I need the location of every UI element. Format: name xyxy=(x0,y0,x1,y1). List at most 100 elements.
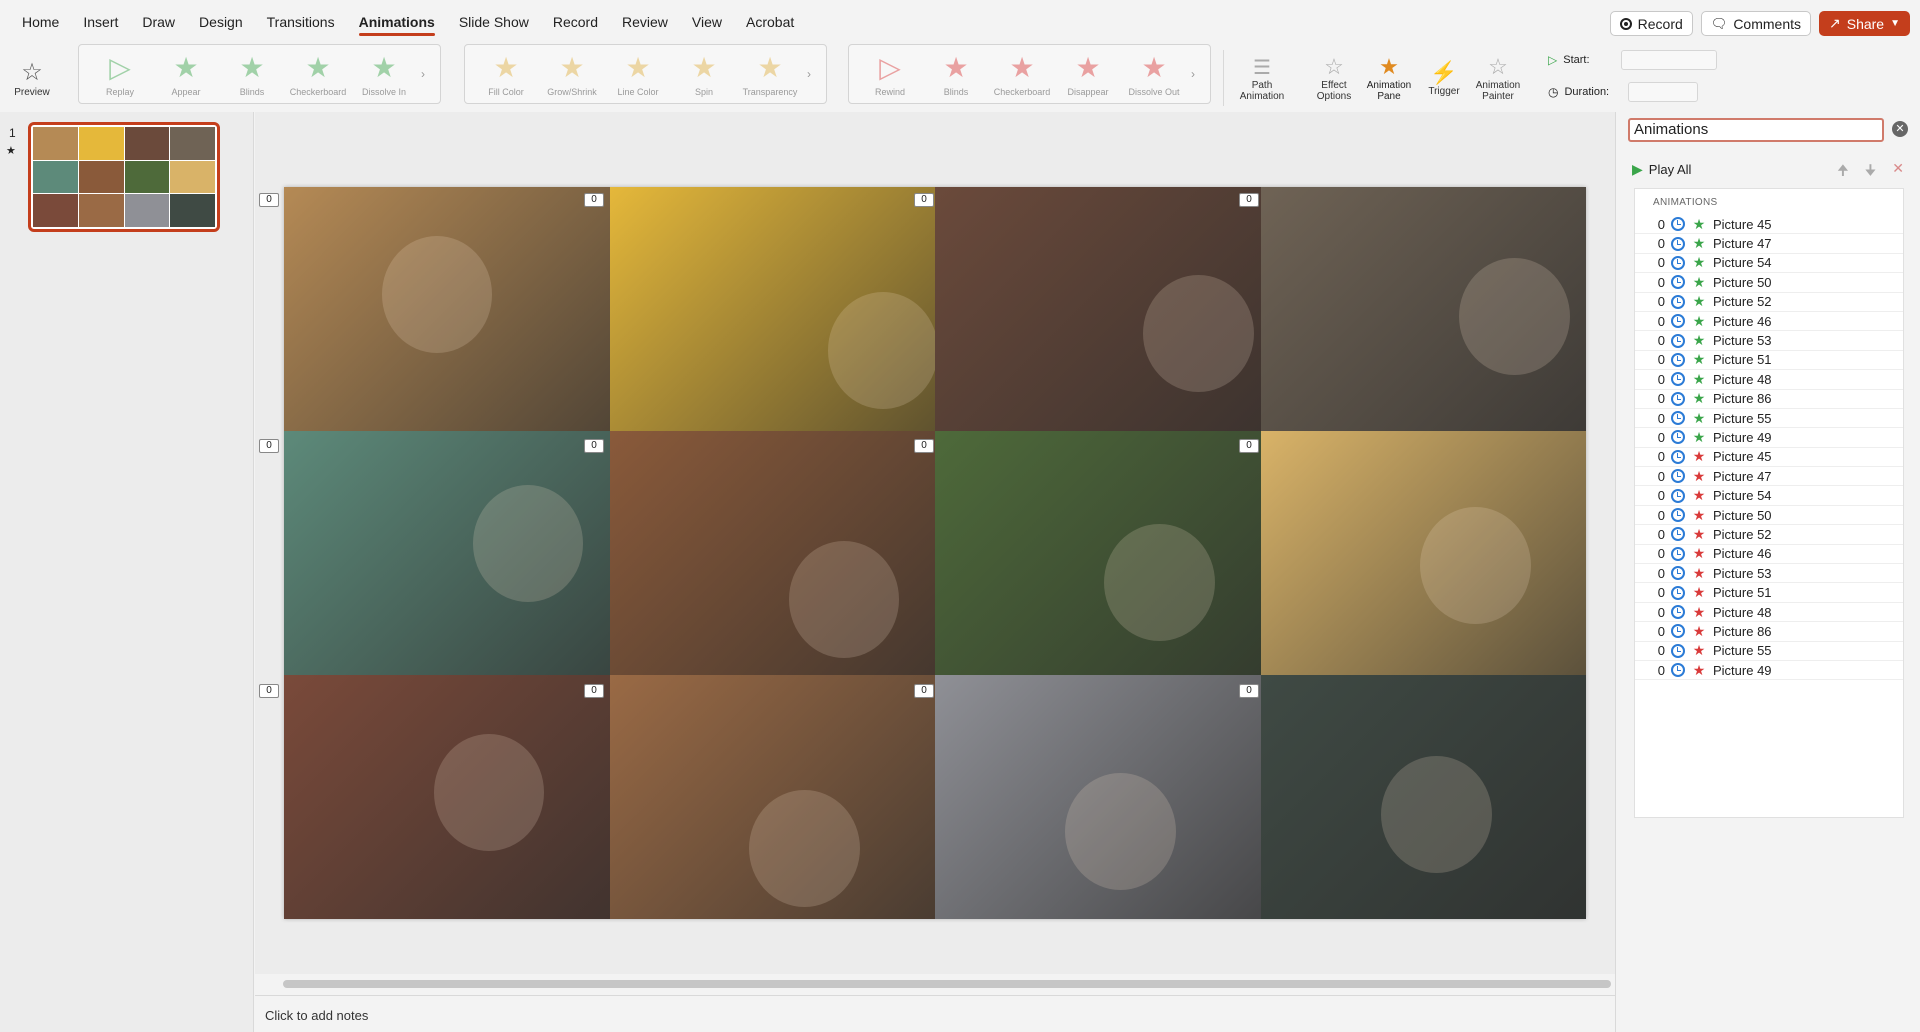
animation-item[interactable]: 0 ★ Picture 49 xyxy=(1635,661,1903,681)
slide-thumbnail[interactable] xyxy=(28,122,220,232)
slide-photo[interactable] xyxy=(284,675,610,919)
slide[interactable] xyxy=(284,187,1586,919)
effect-dissolve-out[interactable]: ★ Dissolve Out xyxy=(1121,51,1187,97)
slide-photo[interactable] xyxy=(609,675,935,919)
animation-item[interactable]: 0 ★ Picture 48 xyxy=(1635,603,1903,623)
animation-item[interactable]: 0 ★ Picture 48 xyxy=(1635,370,1903,390)
animation-item[interactable]: 0 ★ Picture 50 xyxy=(1635,506,1903,526)
effect-spin[interactable]: ★ Spin xyxy=(671,51,737,97)
effect-dissolve-in[interactable]: ★ Dissolve In xyxy=(351,51,417,97)
animation-item[interactable]: 0 ★ Picture 45 xyxy=(1635,215,1903,235)
tab-home[interactable]: Home xyxy=(10,0,71,44)
notes-pane[interactable]: Click to add notes xyxy=(255,995,1615,1032)
animation-item[interactable]: 0 ★ Picture 53 xyxy=(1635,331,1903,351)
animation-painter-icon: ☆ xyxy=(1488,54,1508,79)
tab-insert[interactable]: Insert xyxy=(71,0,130,44)
animation-order-badge[interactable]: 0 xyxy=(259,439,279,453)
effect-disappear[interactable]: ★ Disappear xyxy=(1055,51,1121,97)
animation-item[interactable]: 0 ★ Picture 51 xyxy=(1635,583,1903,603)
effect-checkerboard[interactable]: ★ Checkerboard xyxy=(989,51,1055,97)
slide-photo[interactable] xyxy=(284,431,610,675)
tab-transitions[interactable]: Transitions xyxy=(255,0,347,44)
animation-order-badge[interactable]: 0 xyxy=(914,193,934,207)
animation-item[interactable]: 0 ★ Picture 46 xyxy=(1635,312,1903,332)
effect-grow-shrink[interactable]: ★ Grow/Shrink xyxy=(539,51,605,97)
animation-order-badge[interactable]: 0 xyxy=(1239,193,1259,207)
animation-order-badge[interactable]: 0 xyxy=(1239,684,1259,698)
tab-animations[interactable]: Animations xyxy=(347,0,447,44)
animation-item[interactable]: 0 ★ Picture 51 xyxy=(1635,351,1903,371)
animation-order-badge[interactable]: 0 xyxy=(1239,439,1259,453)
animation-order-badge[interactable]: 0 xyxy=(584,439,604,453)
duration-stepper[interactable] xyxy=(1628,82,1699,102)
slide-photo[interactable] xyxy=(1260,431,1586,675)
effect-blinds[interactable]: ★ Blinds xyxy=(923,51,989,97)
animation-item[interactable]: 0 ★ Picture 53 xyxy=(1635,564,1903,584)
effect-appear[interactable]: ★ Appear xyxy=(153,51,219,97)
animation-item[interactable]: 0 ★ Picture 55 xyxy=(1635,642,1903,661)
effect-options-button[interactable]: ☆ Effect Options xyxy=(1304,44,1364,112)
animation-order-badge[interactable]: 0 xyxy=(259,193,279,207)
animation-item[interactable]: 0 ★ Picture 55 xyxy=(1635,409,1903,429)
move-up-icon[interactable]: 🠉 xyxy=(1837,160,1849,184)
tab-slide-show[interactable]: Slide Show xyxy=(447,0,541,44)
tab-view[interactable]: View xyxy=(680,0,734,44)
animation-item[interactable]: 0 ★ Picture 86 xyxy=(1635,390,1903,409)
effect-rewind[interactable]: ▷ Rewind xyxy=(857,51,923,97)
tab-acrobat[interactable]: Acrobat xyxy=(734,0,806,44)
share-button[interactable]: ↗ Share ▼ xyxy=(1819,11,1910,36)
animation-order-badge[interactable]: 0 xyxy=(259,684,279,698)
animation-item[interactable]: 0 ★ Picture 54 xyxy=(1635,254,1903,274)
slide-photo[interactable] xyxy=(609,431,935,675)
trigger-button[interactable]: ⚡ Trigger xyxy=(1416,44,1472,112)
gallery-more-icon[interactable]: › xyxy=(1191,67,1195,81)
gallery-more-icon[interactable]: › xyxy=(421,67,425,81)
slide-photo[interactable] xyxy=(1260,675,1586,919)
effect-star-icon: ▷ xyxy=(109,52,131,83)
animation-order-number: 0 xyxy=(1657,391,1665,407)
tab-record[interactable]: Record xyxy=(541,0,610,44)
tab-design[interactable]: Design xyxy=(187,0,255,44)
animation-item[interactable]: 0 ★ Picture 52 xyxy=(1635,525,1903,545)
animation-order-badge[interactable]: 0 xyxy=(914,439,934,453)
slide-photo[interactable] xyxy=(609,187,935,431)
animation-order-badge[interactable]: 0 xyxy=(584,684,604,698)
move-down-icon[interactable]: 🠋 xyxy=(1865,160,1877,184)
comments-button[interactable]: 🗨 Comments xyxy=(1700,11,1811,36)
slide-photo[interactable] xyxy=(935,675,1261,919)
effect-fill-color[interactable]: ★ Fill Color xyxy=(473,51,539,97)
delete-icon[interactable]: ✕ xyxy=(1892,160,1904,184)
close-icon[interactable]: ✕ xyxy=(1892,121,1908,137)
slide-photo[interactable] xyxy=(1260,187,1586,431)
tab-review[interactable]: Review xyxy=(610,0,680,44)
animation-item[interactable]: 0 ★ Picture 50 xyxy=(1635,273,1903,293)
horizontal-scrollbar[interactable] xyxy=(283,980,1611,988)
animation-item[interactable]: 0 ★ Picture 47 xyxy=(1635,234,1903,254)
effect-replay[interactable]: ▷ Replay xyxy=(87,51,153,97)
effect-checkerboard[interactable]: ★ Checkerboard xyxy=(285,51,351,97)
effect-line-color[interactable]: ★ Line Color xyxy=(605,51,671,97)
animation-painter-button[interactable]: ☆ Animation Painter xyxy=(1466,44,1530,112)
play-all-button[interactable]: ▶ Play All xyxy=(1632,161,1691,178)
animation-item[interactable]: 0 ★ Picture 86 xyxy=(1635,622,1903,642)
animation-item[interactable]: 0 ★ Picture 45 xyxy=(1635,448,1903,468)
animation-item[interactable]: 0 ★ Picture 52 xyxy=(1635,293,1903,312)
record-button[interactable]: Record xyxy=(1609,11,1693,36)
gallery-more-icon[interactable]: › xyxy=(807,67,811,81)
slide-photo[interactable] xyxy=(935,431,1261,675)
effect-transparency[interactable]: ★ Transparency xyxy=(737,51,803,97)
animation-item[interactable]: 0 ★ Picture 46 xyxy=(1635,545,1903,565)
animation-item[interactable]: 0 ★ Picture 54 xyxy=(1635,486,1903,506)
slide-photo[interactable] xyxy=(284,187,610,431)
start-dropdown[interactable] xyxy=(1621,50,1718,70)
animation-item[interactable]: 0 ★ Picture 49 xyxy=(1635,428,1903,448)
preview-button[interactable]: ☆ Preview xyxy=(8,44,56,112)
slide-photo[interactable] xyxy=(935,187,1261,431)
animation-order-badge[interactable]: 0 xyxy=(914,684,934,698)
path-animation-button[interactable]: ☰ Path Animation xyxy=(1232,44,1292,112)
tab-draw[interactable]: Draw xyxy=(130,0,187,44)
animation-item[interactable]: 0 ★ Picture 47 xyxy=(1635,467,1903,487)
animation-order-badge[interactable]: 0 xyxy=(584,193,604,207)
effect-blinds[interactable]: ★ Blinds xyxy=(219,51,285,97)
animation-pane-button[interactable]: ★ Animation Pane xyxy=(1358,44,1420,112)
